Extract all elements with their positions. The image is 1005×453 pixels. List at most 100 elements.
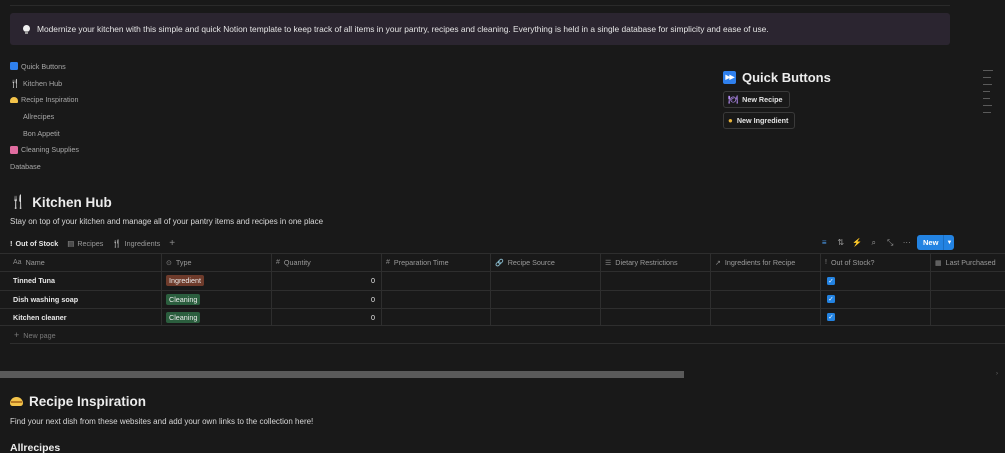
toc-item-quick-buttons[interactable]: Quick Buttons	[10, 58, 79, 75]
toc-item-bon-appetit[interactable]: Bon Appetit	[10, 125, 79, 142]
cell-name[interactable]: Kitchen cleaner	[0, 309, 161, 325]
checkbox-checked-icon[interactable]: ✓	[827, 313, 835, 322]
checkbox-checked-icon[interactable]: ✓	[827, 276, 835, 285]
database-view-tabs: ! Out of Stock ▤ Recipes 🍴 Ingredients +	[10, 235, 175, 254]
table-of-contents: Quick Buttons 🍴 Kitchen Hub Recipe Inspi…	[10, 58, 79, 175]
type-tag: Cleaning	[166, 311, 201, 323]
new-page-label: New page	[23, 330, 56, 340]
toc-item-allrecipes[interactable]: Allrecipes	[10, 108, 79, 125]
toc-label: Bon Appetit	[23, 128, 60, 138]
recipe-inspiration-description: Find your next dish from these websites …	[10, 417, 314, 426]
cell-quantity[interactable]: 0	[271, 290, 381, 308]
multi-select-icon: ☰	[605, 259, 612, 267]
horizontal-scrollbar[interactable]	[0, 371, 684, 378]
page-outline-minimap[interactable]	[983, 70, 993, 119]
sort-icon[interactable]: ⇅	[833, 238, 850, 247]
cell-out-of-stock[interactable]: ✓	[820, 308, 930, 326]
column-header-recipe-source[interactable]: 🔗 Recipe Source	[490, 254, 600, 272]
cell-quantity[interactable]: 0	[271, 272, 381, 290]
type-tag: Ingredient	[166, 275, 204, 287]
recipe-inspiration-heading: Recipe Inspiration	[10, 394, 146, 409]
cell-ingredients-for-recipe[interactable]	[710, 308, 820, 326]
tab-ingredients[interactable]: 🍴 Ingredients	[112, 235, 160, 252]
table-row[interactable]: Tinned Tuna Ingredient 0 ✓	[0, 271, 1005, 290]
cell-type[interactable]: Cleaning	[161, 308, 271, 326]
toc-label: Cleaning Supplies	[21, 145, 79, 155]
toc-item-recipe-inspiration[interactable]: Recipe Inspiration	[10, 91, 79, 108]
select-icon: ⊙	[166, 259, 172, 267]
cell-ingredients-for-recipe[interactable]	[710, 272, 820, 290]
expand-icon[interactable]: ⤡	[882, 238, 899, 248]
column-header-preparation-time[interactable]: # Preparation Time	[381, 254, 490, 272]
cell-recipe-source[interactable]	[490, 308, 600, 326]
cell-name[interactable]: Dish washing soap	[0, 291, 161, 308]
more-icon[interactable]: ···	[899, 238, 916, 247]
add-view-icon[interactable]: +	[169, 238, 175, 249]
quick-buttons-section: ▶▶ Quick Buttons 🍽 New Recipe ● New Ingr…	[723, 67, 831, 129]
cell-dietary-restrictions[interactable]	[600, 272, 710, 290]
table-row[interactable]: Dish washing soap Cleaning 0 ✓	[0, 289, 1005, 308]
document-icon: ▤	[67, 239, 75, 248]
column-header-quantity[interactable]: # Quantity	[271, 254, 381, 272]
new-entry-button[interactable]: New ▼	[917, 235, 955, 250]
lightbulb-icon	[23, 24, 30, 34]
out-of-stock-table: Aa Name ⊙ Type # Quantity # Preparation Time…	[0, 253, 1005, 327]
cell-dietary-restrictions[interactable]	[600, 308, 710, 326]
number-icon: #	[276, 259, 280, 267]
plate-icon: 🍽	[728, 95, 739, 104]
column-header-out-of-stock[interactable]: ! Out of Stock?	[820, 254, 930, 272]
bread-icon	[10, 96, 18, 103]
cell-last-purchased[interactable]	[930, 272, 1005, 290]
type-tag: Cleaning	[166, 293, 201, 305]
cell-name[interactable]: Tinned Tuna	[0, 272, 161, 289]
cell-last-purchased[interactable]	[930, 308, 1005, 326]
toc-item-kitchen-hub[interactable]: 🍴 Kitchen Hub	[10, 75, 79, 92]
column-header-name[interactable]: Aa Name	[0, 254, 161, 271]
checkbox-checked-icon[interactable]: ✓	[827, 295, 835, 304]
new-recipe-button[interactable]: 🍽 New Recipe	[723, 91, 790, 108]
cell-type[interactable]: Ingredient	[161, 272, 271, 290]
soap-icon	[10, 145, 18, 154]
top-divider	[10, 5, 950, 6]
cell-type[interactable]: Cleaning	[161, 290, 271, 308]
chevron-down-icon[interactable]: ▼	[943, 235, 954, 250]
column-header-type[interactable]: ⊙ Type	[161, 254, 271, 272]
cell-quantity[interactable]: 0	[271, 308, 381, 326]
column-header-last-purchased[interactable]: ▦ Last Purchased	[930, 254, 1005, 272]
fork-knife-icon: 🍴	[112, 239, 122, 248]
toc-item-database[interactable]: Database	[10, 158, 79, 175]
number-icon: #	[386, 259, 390, 267]
cell-ingredients-for-recipe[interactable]	[710, 290, 820, 308]
toc-item-cleaning-supplies[interactable]: Cleaning Supplies	[10, 141, 79, 158]
tab-recipes[interactable]: ▤ Recipes	[67, 235, 103, 252]
column-header-ingredients-for-recipe[interactable]: ↗ Ingredients for Recipe	[710, 254, 820, 272]
cell-last-purchased[interactable]	[930, 290, 1005, 308]
filter-icon[interactable]: ≡	[816, 238, 833, 247]
cell-recipe-source[interactable]	[490, 272, 600, 290]
toc-label: Quick Buttons	[21, 61, 66, 71]
table-row[interactable]: Kitchen cleaner Cleaning 0 ✓	[0, 307, 1005, 327]
kitchen-hub-description: Stay on top of your kitchen and manage a…	[10, 217, 324, 226]
cell-preparation-time[interactable]	[381, 272, 490, 290]
scroll-right-icon[interactable]: ›	[996, 371, 998, 377]
cell-recipe-source[interactable]	[490, 290, 600, 308]
fork-knife-icon: 🍴	[10, 78, 20, 88]
cell-out-of-stock[interactable]: ✓	[820, 290, 930, 308]
exclamation-icon: !	[10, 239, 13, 248]
link-icon: 🔗	[495, 259, 504, 267]
table-header-row: Aa Name ⊙ Type # Quantity # Preparation Time…	[0, 253, 1005, 272]
calendar-icon: ▦	[935, 259, 942, 267]
toc-label: Allrecipes	[23, 111, 55, 121]
cell-preparation-time[interactable]	[381, 290, 490, 308]
search-icon[interactable]: ⌕	[866, 238, 883, 248]
cell-dietary-restrictions[interactable]	[600, 290, 710, 308]
relation-icon: ↗	[715, 259, 721, 267]
automation-icon[interactable]: ⚡	[849, 238, 866, 247]
cell-preparation-time[interactable]	[381, 308, 490, 326]
new-page-row[interactable]: + New page	[10, 327, 1005, 344]
tab-out-of-stock[interactable]: ! Out of Stock	[10, 235, 59, 254]
cell-out-of-stock[interactable]: ✓	[820, 272, 930, 290]
toc-label: Database	[10, 161, 41, 171]
new-ingredient-button[interactable]: ● New Ingredient	[723, 112, 796, 129]
column-header-dietary-restrictions[interactable]: ☰ Dietary Restrictions	[600, 254, 710, 272]
